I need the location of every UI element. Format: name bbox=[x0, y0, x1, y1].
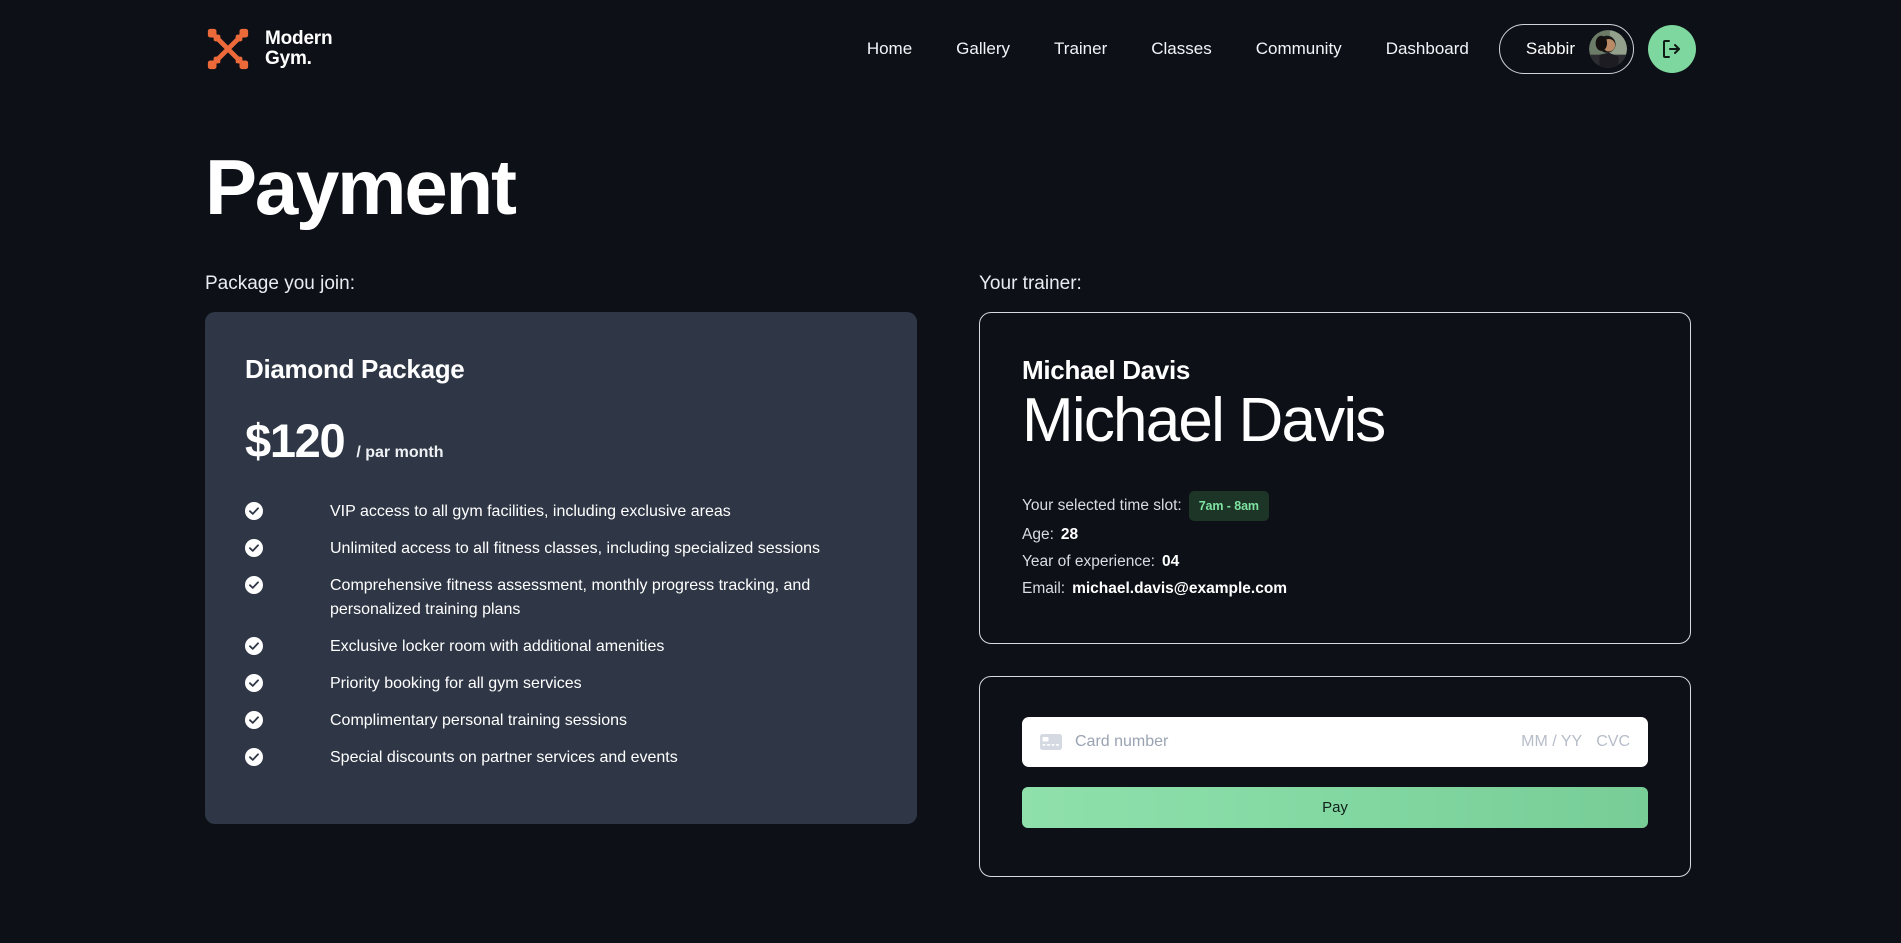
trainer-name-small: Michael Davis bbox=[1022, 355, 1191, 385]
nav-link-trainer[interactable]: Trainer bbox=[1054, 39, 1107, 59]
brand-logo[interactable]: Modern Gym. bbox=[205, 26, 333, 72]
price-row: $120 / par month bbox=[245, 413, 877, 468]
package-feature-list: VIP access to all gym facilities, includ… bbox=[245, 500, 877, 770]
email-label: Email: bbox=[1022, 579, 1066, 597]
nav-link-community[interactable]: Community bbox=[1256, 39, 1342, 59]
feature-text: Special discounts on partner services an… bbox=[330, 749, 678, 767]
experience-value: 04 bbox=[1162, 552, 1180, 570]
nav-link-dashboard[interactable]: Dashboard bbox=[1386, 39, 1469, 59]
list-item: Comprehensive fitness assessment, monthl… bbox=[245, 574, 877, 620]
list-item: Special discounts on partner services an… bbox=[245, 746, 877, 769]
trainer-meta: Your selected time slot: 7am - 8am Age: … bbox=[1022, 490, 1648, 602]
trainer-payment-column: Your trainer: Michael Davis Michael Davi… bbox=[979, 273, 1691, 878]
trainer-age-row: Age: 28 bbox=[1022, 523, 1648, 548]
logout-icon bbox=[1663, 40, 1680, 58]
check-circle-icon bbox=[245, 636, 263, 655]
expiry-placeholder: MM / YY bbox=[1521, 733, 1583, 751]
package-price: $120 bbox=[245, 414, 346, 467]
package-card: Diamond Package $120 / par month VIP acc… bbox=[205, 312, 917, 824]
check-circle-icon bbox=[245, 576, 263, 595]
trainer-email-row: Email: michael.davis@example.com bbox=[1022, 577, 1648, 602]
feature-text: Exclusive locker room with additional am… bbox=[330, 637, 665, 655]
avatar bbox=[1589, 30, 1627, 68]
feature-text: Priority booking for all gym services bbox=[330, 674, 582, 692]
experience-label: Year of experience: bbox=[1022, 552, 1155, 570]
trainer-card: Michael Davis Michael Davis Your selecte… bbox=[979, 312, 1691, 645]
package-price-period: / par month bbox=[356, 444, 444, 461]
time-slot-label: Your selected time slot: bbox=[1022, 496, 1182, 514]
package-column: Package you join: Diamond Package $120 /… bbox=[205, 273, 917, 877]
feature-text: Unlimited access to all fitness classes,… bbox=[330, 540, 820, 558]
logout-button[interactable] bbox=[1648, 25, 1696, 73]
content-columns: Package you join: Diamond Package $120 /… bbox=[205, 273, 1696, 878]
top-navigation-bar: Modern Gym. Home Gallery Trainer Classes… bbox=[0, 0, 1901, 98]
nav-links: Home Gallery Trainer Classes Community D… bbox=[867, 39, 1469, 59]
credit-card-icon bbox=[1040, 734, 1062, 751]
list-item: Priority booking for all gym services bbox=[245, 672, 877, 695]
trainer-time-slot-row: Your selected time slot: 7am - 8am bbox=[1022, 490, 1648, 521]
nav-link-home[interactable]: Home bbox=[867, 39, 912, 59]
package-section-label: Package you join: bbox=[205, 273, 355, 294]
pay-button[interactable]: Pay bbox=[1022, 787, 1648, 829]
check-circle-icon bbox=[245, 711, 263, 730]
list-item: VIP access to all gym facilities, includ… bbox=[245, 500, 877, 523]
feature-text: Complimentary personal training sessions bbox=[330, 712, 628, 730]
nav-link-gallery[interactable]: Gallery bbox=[956, 39, 1010, 59]
list-item: Complimentary personal training sessions bbox=[245, 709, 877, 732]
status-badge: 7am - 8am bbox=[1188, 490, 1269, 521]
feature-text: VIP access to all gym facilities, includ… bbox=[330, 503, 731, 520]
list-item: Unlimited access to all fitness classes,… bbox=[245, 537, 877, 560]
card-number-input[interactable]: Card number MM / YY CVC bbox=[1022, 717, 1648, 768]
check-circle-icon bbox=[245, 502, 263, 520]
trainer-name-large: Michael Davis bbox=[1022, 386, 1386, 455]
trainer-experience-row: Year of experience: 04 bbox=[1022, 550, 1648, 575]
card-number-placeholder: Card number bbox=[1075, 733, 1169, 751]
package-name: Diamond Package bbox=[245, 354, 465, 384]
age-value: 28 bbox=[1060, 525, 1079, 543]
check-circle-icon bbox=[245, 673, 263, 692]
email-value: michael.davis@example.com bbox=[1072, 579, 1288, 597]
payment-card: Card number MM / YY CVC Pay bbox=[979, 676, 1691, 878]
feature-text: Comprehensive fitness assessment, monthl… bbox=[330, 577, 811, 618]
crossed-dumbbells-icon bbox=[207, 28, 249, 70]
user-name: Sabbir bbox=[1525, 39, 1575, 58]
cvc-placeholder: CVC bbox=[1596, 733, 1630, 751]
trainer-section-label: Your trainer: bbox=[979, 273, 1082, 294]
list-item: Exclusive locker room with additional am… bbox=[245, 635, 877, 658]
nav-link-classes[interactable]: Classes bbox=[1151, 39, 1211, 59]
user-profile-pill[interactable]: Sabbir bbox=[1498, 24, 1634, 74]
page-title: Payment bbox=[205, 143, 517, 231]
page-content: Payment Package you join: Diamond Packag… bbox=[0, 143, 1901, 878]
check-circle-icon bbox=[245, 539, 263, 558]
age-label: Age: bbox=[1022, 525, 1054, 543]
check-circle-icon bbox=[245, 748, 263, 767]
brand-name: Modern Gym. bbox=[265, 28, 333, 69]
